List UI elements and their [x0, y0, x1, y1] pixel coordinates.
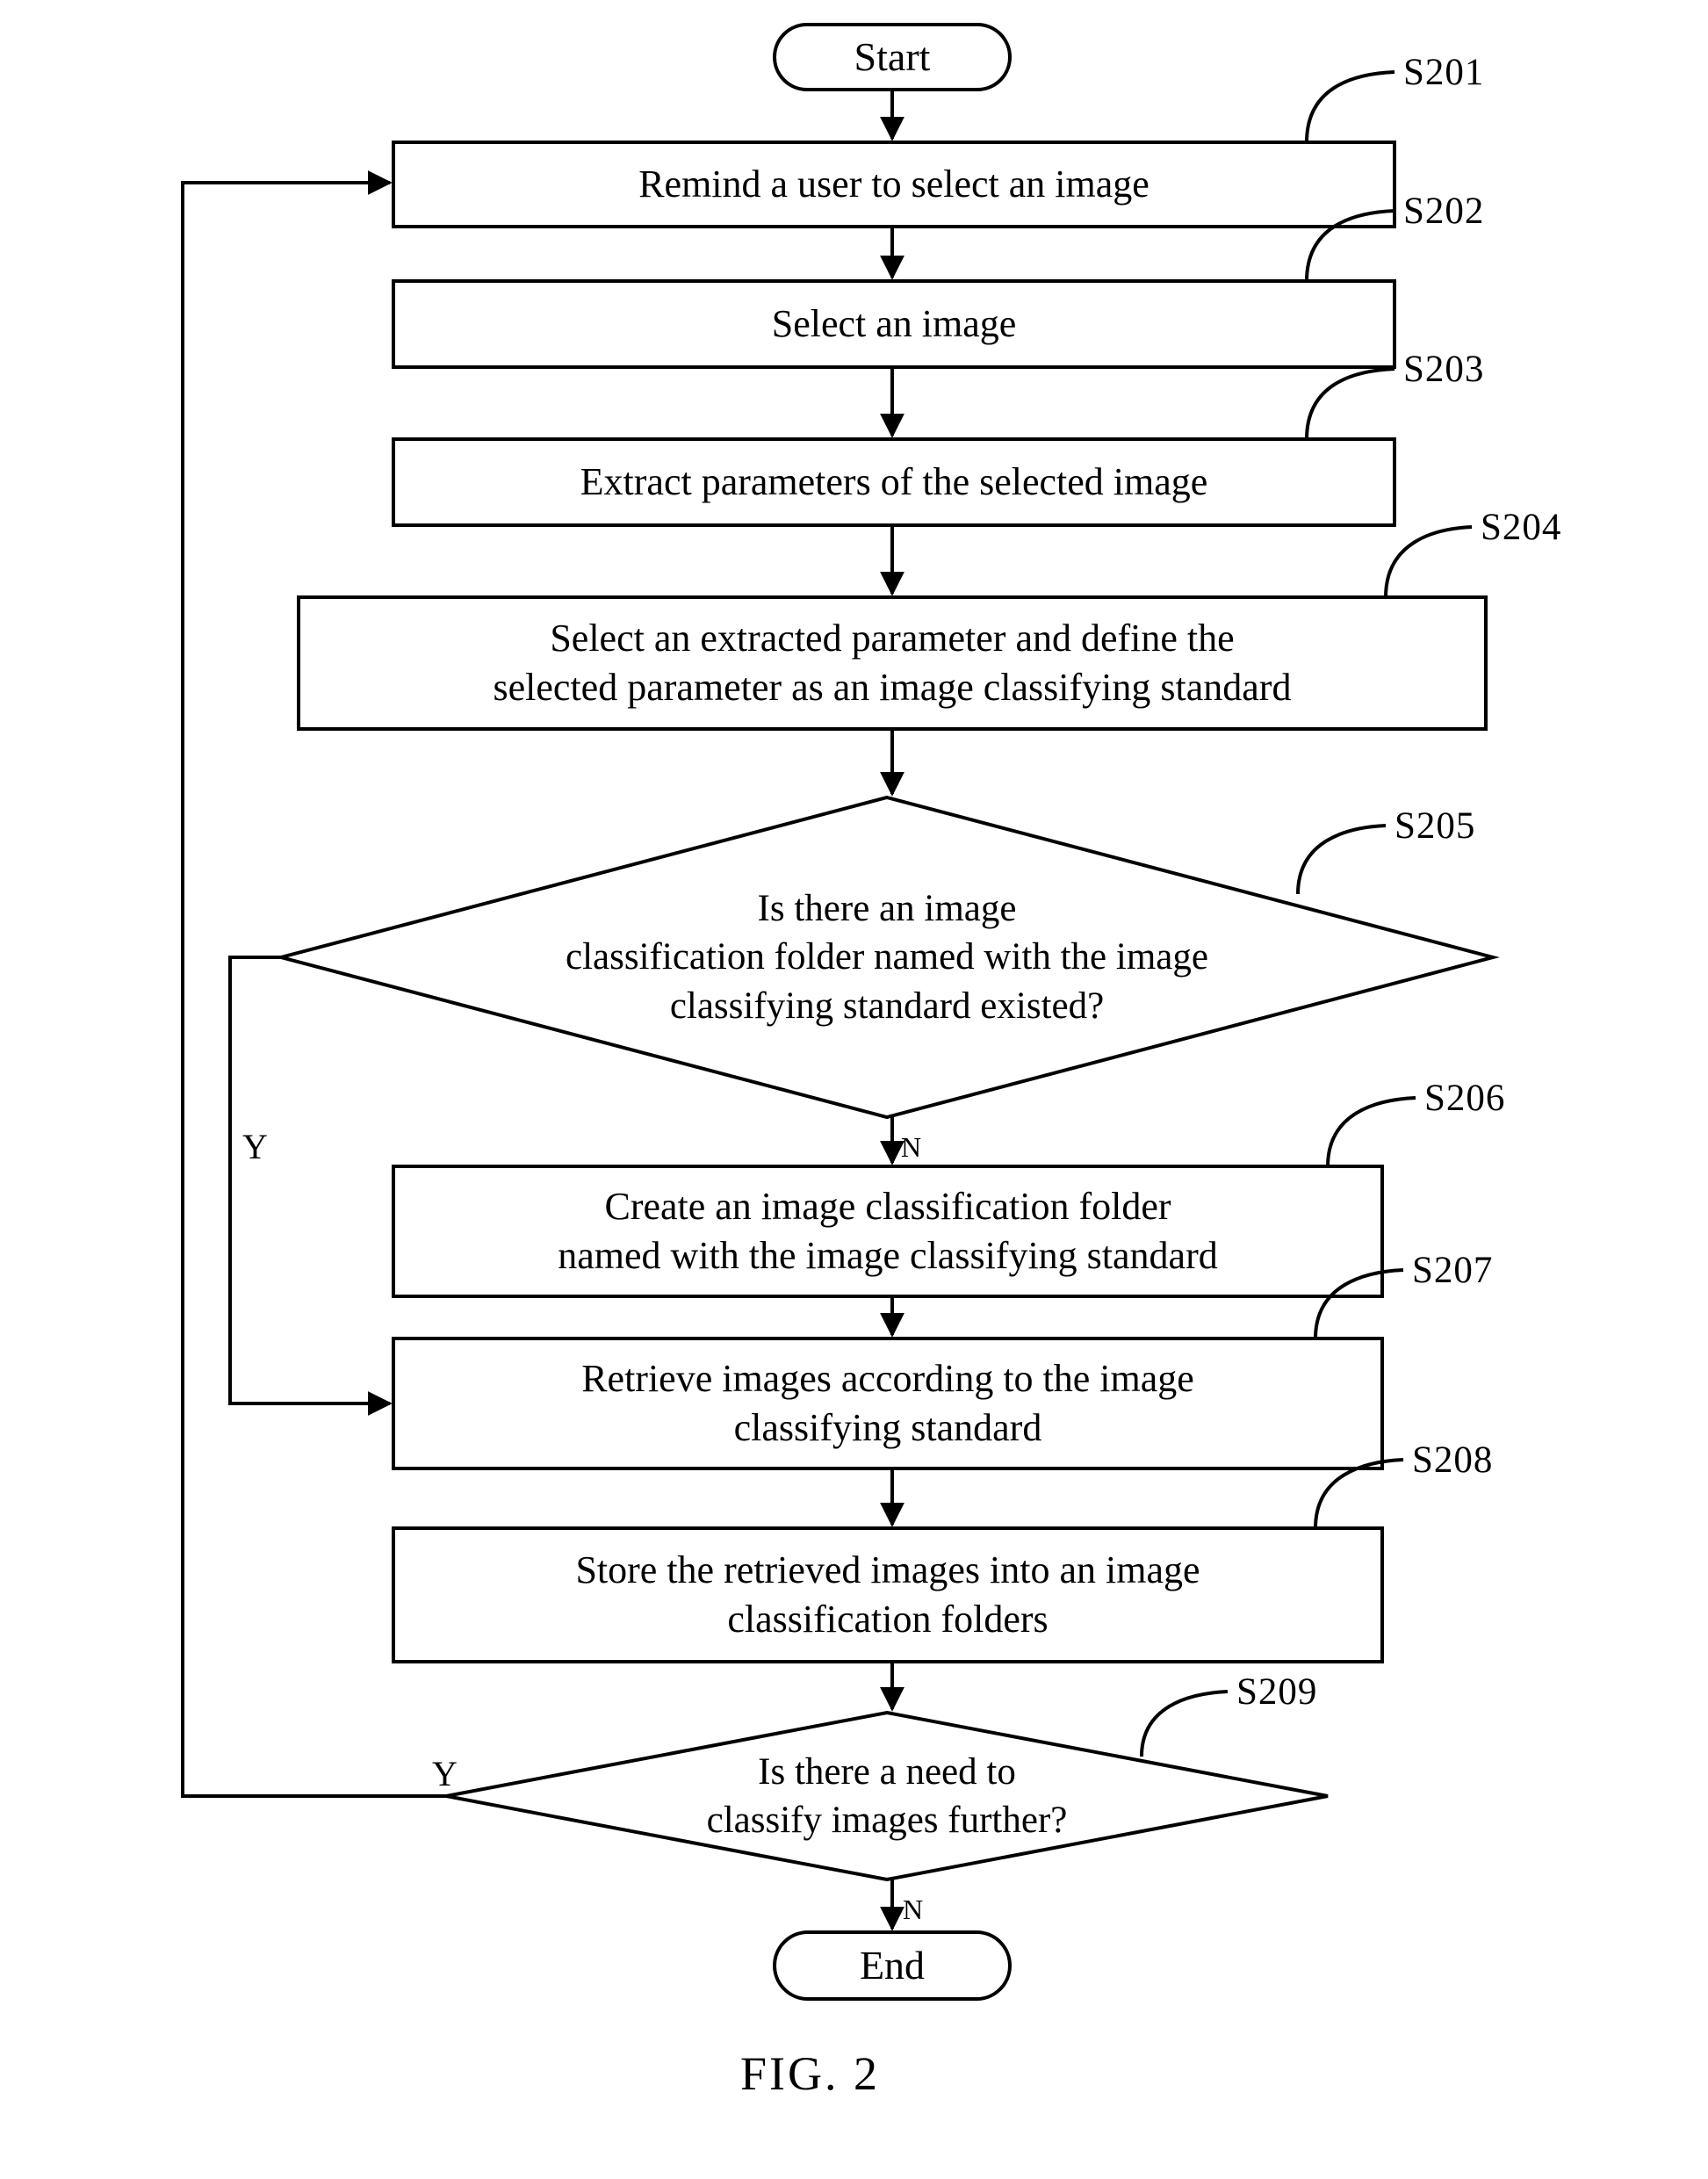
- branch-label-s209-no: N: [903, 1894, 924, 1925]
- s208-box-shape: [392, 1526, 1384, 1663]
- leader-s206: [1326, 1096, 1416, 1167]
- step-label-s206: S206: [1424, 1078, 1506, 1119]
- branch-label-s205-yes: Y: [242, 1127, 268, 1166]
- step-label-s201: S201: [1403, 52, 1485, 93]
- leader-s201: [1305, 70, 1395, 143]
- step-label-s203: S203: [1403, 349, 1485, 390]
- figure-canvas: Start Remind a user to select an image S…: [0, 0, 1708, 2179]
- step-label-s204: S204: [1481, 507, 1562, 548]
- s202-box-shape: [392, 279, 1396, 369]
- step-label-s205: S205: [1395, 805, 1476, 847]
- leader-s204: [1384, 525, 1473, 598]
- s209-diamond-shape: [445, 1710, 1329, 1882]
- edge-s205-yes-to-s207: [228, 956, 393, 1416]
- end-terminal-shape: [773, 1930, 1012, 2001]
- step-label-s207: S207: [1412, 1250, 1494, 1291]
- branch-label-s209-yes: Y: [432, 1754, 458, 1793]
- s205-diamond-shape: [274, 795, 1500, 1120]
- s203-box-shape: [392, 437, 1396, 527]
- leader-s203: [1305, 367, 1395, 440]
- s207-box-shape: [392, 1337, 1384, 1470]
- figure-caption: FIG. 2: [740, 2047, 881, 2100]
- step-label-s208: S208: [1412, 1439, 1494, 1481]
- step-label-s202: S202: [1403, 191, 1485, 232]
- s206-box-shape: [392, 1165, 1384, 1298]
- leader-s205: [1296, 824, 1387, 895]
- step-label-s209: S209: [1236, 1671, 1318, 1713]
- start-terminal-shape: [773, 23, 1012, 91]
- branch-label-s205-no: N: [901, 1131, 922, 1163]
- s201-box-shape: [392, 141, 1396, 228]
- leader-s209: [1140, 1690, 1229, 1757]
- s204-box-shape: [297, 595, 1488, 731]
